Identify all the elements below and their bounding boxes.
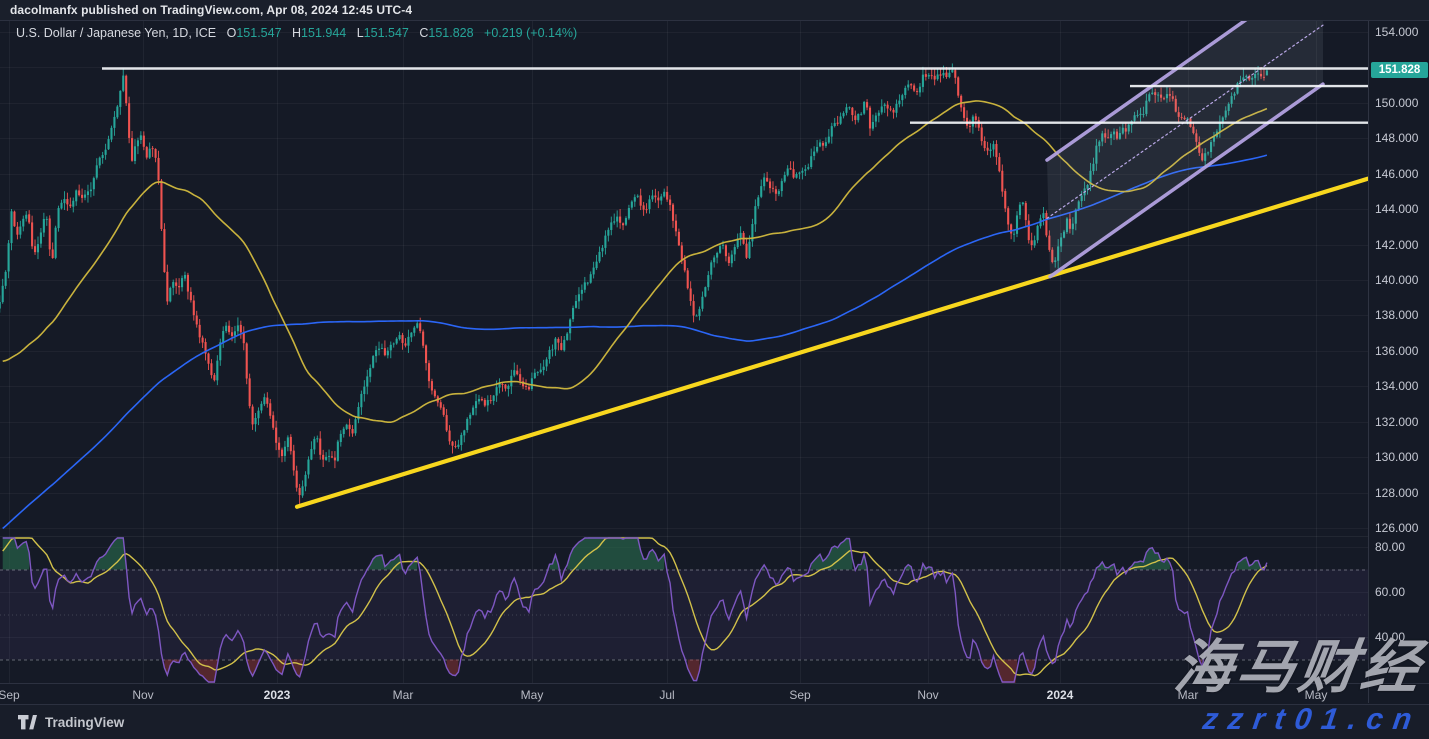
rsi-tick-label: 60.00 [1375, 585, 1405, 599]
publish-attribution: dacolmanfx published on TradingView.com,… [10, 3, 412, 17]
time-tick-label: 2023 [247, 688, 307, 702]
time-tick-label: May [1286, 688, 1346, 702]
tradingview-attribution-link[interactable]: TradingView [18, 715, 124, 730]
price-tick-label: 154.000 [1375, 25, 1418, 39]
time-tick-label: Sep [0, 688, 39, 702]
time-tick-label: Nov [113, 688, 173, 702]
publish-bar: dacolmanfx published on TradingView.com,… [0, 0, 1429, 21]
time-tick-label: Mar [373, 688, 433, 702]
price-tick-label: 150.000 [1375, 96, 1418, 110]
time-tick-label: Sep [770, 688, 830, 702]
price-tick-label: 142.000 [1375, 238, 1418, 252]
price-tick-label: 128.000 [1375, 486, 1418, 500]
tradingview-logo-text: TradingView [45, 715, 124, 730]
price-tick-label: 130.000 [1375, 450, 1418, 464]
chart-canvas[interactable] [0, 21, 1368, 683]
time-tick-label: Jul [637, 688, 697, 702]
tradingview-logo-icon [18, 715, 37, 730]
time-tick-label: Mar [1158, 688, 1218, 702]
price-tick-label: 138.000 [1375, 308, 1418, 322]
rsi-tick-label: 80.00 [1375, 540, 1405, 554]
price-tick-label: 126.000 [1375, 521, 1418, 535]
price-tick-label: 148.000 [1375, 131, 1418, 145]
price-tick-label: 132.000 [1375, 415, 1418, 429]
price-tick-label: 144.000 [1375, 202, 1418, 216]
price-tick-label: 140.000 [1375, 273, 1418, 287]
time-tick-label: 2024 [1030, 688, 1090, 702]
time-tick-label: May [502, 688, 562, 702]
rsi-tick-label: 40.00 [1375, 630, 1405, 644]
time-tick-label: Nov [898, 688, 958, 702]
price-tick-label: 136.000 [1375, 344, 1418, 358]
price-axis[interactable]: 151.828 154.000 150.000 148.000 146.000 144.… [1368, 21, 1429, 703]
price-tick-label: 134.000 [1375, 379, 1418, 393]
footer-bar: TradingView [0, 704, 1429, 739]
last-price-badge: 151.828 [1371, 62, 1428, 78]
price-tick-label: 146.000 [1375, 167, 1418, 181]
time-axis[interactable]: Sep Nov 2023 Mar May Jul Sep Nov 2024 Mar May [0, 683, 1429, 704]
